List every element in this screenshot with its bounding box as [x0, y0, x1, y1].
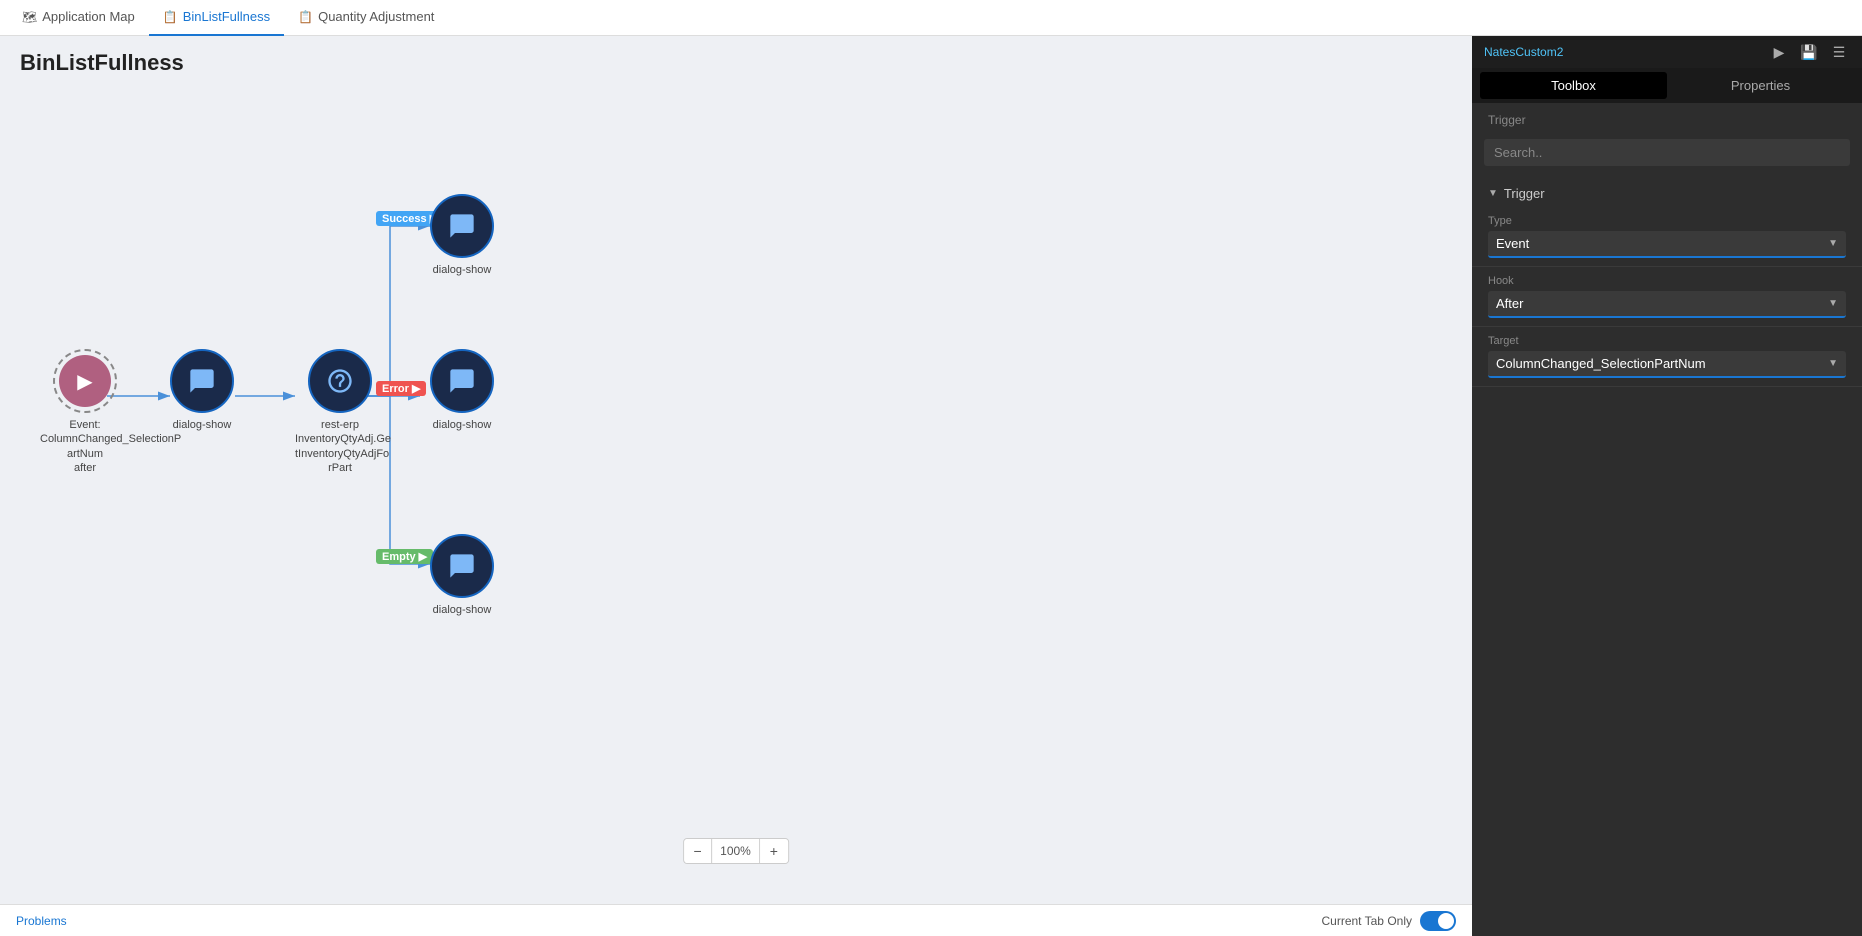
right-panel: NatesCustom2 ▶ 💾 ☰ Toolbox Properties Tr…	[1472, 36, 1862, 936]
target-chevron-icon: ▼	[1828, 358, 1838, 369]
property-type-row: Type Event ▼	[1472, 207, 1862, 267]
panel-scroll[interactable]: Trigger ▼ Trigger Type Event ▼	[1472, 103, 1862, 936]
type-select[interactable]: Event ▼	[1488, 231, 1846, 258]
tab-binlistfullness[interactable]: 📋 BinListFullness	[149, 0, 284, 36]
tab-quantity-adjustment[interactable]: 📋 Quantity Adjustment	[284, 0, 448, 36]
hook-chevron-icon: ▼	[1828, 298, 1838, 309]
panel-tabs: Toolbox Properties	[1472, 68, 1862, 103]
play-button[interactable]: ▶	[1768, 41, 1790, 63]
current-tab-toggle[interactable]	[1420, 911, 1456, 931]
event-node[interactable]: ▶ Event:ColumnChanged_SelectionPartNumaf…	[40, 349, 130, 475]
chevron-icon: ▼	[1488, 188, 1498, 199]
trigger-group-label: Trigger	[1504, 186, 1545, 201]
dialog1-label: dialog-show	[173, 418, 232, 432]
hook-label: Hook	[1488, 275, 1846, 287]
dialog-empty-label: dialog-show	[433, 603, 492, 617]
hook-value: After	[1496, 296, 1523, 311]
zoom-value: 100%	[712, 839, 760, 863]
panel-actions: ▶ 💾 ☰	[1768, 41, 1850, 63]
tab-properties[interactable]: Properties	[1667, 72, 1854, 99]
status-right: Current Tab Only	[1322, 911, 1457, 931]
map-icon: 🗺	[22, 10, 37, 24]
type-value: Event	[1496, 236, 1529, 251]
event-inner: ▶	[59, 355, 111, 407]
problems-link[interactable]: Problems	[16, 914, 67, 928]
dialog-error-circle	[430, 349, 494, 413]
zoom-out-button[interactable]: −	[684, 839, 712, 863]
tab-application-map[interactable]: 🗺 Application Map	[8, 0, 149, 36]
dialog-success-circle	[430, 194, 494, 258]
search-input[interactable]	[1484, 139, 1850, 166]
dialog1-node[interactable]: dialog-show	[170, 349, 234, 432]
dialog-empty-node[interactable]: dialog-show	[430, 534, 494, 617]
dialog-empty-circle	[430, 534, 494, 598]
rest-erp-circle	[308, 349, 372, 413]
type-label: Type	[1488, 215, 1846, 227]
trigger-group: ▼ Trigger Type Event ▼ Hook After	[1472, 180, 1862, 387]
rest-erp-node[interactable]: rest-erpInventoryQtyAdj.GetInventoryQtyA…	[295, 349, 385, 475]
property-target-row: Target ColumnChanged_SelectionPartNum ▼	[1472, 327, 1862, 387]
dialog-error-label: dialog-show	[433, 418, 492, 432]
error-badge-wrapper: Error ▶	[376, 379, 426, 397]
hook-select[interactable]: After ▼	[1488, 291, 1846, 318]
dialog-error-node[interactable]: dialog-show	[430, 349, 494, 432]
dialog-success-label: dialog-show	[433, 263, 492, 277]
menu-button[interactable]: ☰	[1828, 41, 1850, 63]
type-chevron-icon: ▼	[1828, 238, 1838, 249]
canvas-area: BinListFullness	[0, 36, 1472, 936]
zoom-in-button[interactable]: +	[760, 839, 788, 863]
workflow-icon-2: 📋	[298, 10, 313, 24]
current-tab-label: Current Tab Only	[1322, 914, 1413, 928]
tab-bar: 🗺 Application Map 📋 BinListFullness 📋 Qu…	[0, 0, 1862, 36]
tab-toolbox[interactable]: Toolbox	[1480, 72, 1667, 99]
trigger-group-header[interactable]: ▼ Trigger	[1472, 180, 1862, 207]
target-select[interactable]: ColumnChanged_SelectionPartNum ▼	[1488, 351, 1846, 378]
flow-canvas[interactable]: ▶ Event:ColumnChanged_SelectionPartNumaf…	[0, 84, 1472, 904]
panel-topbar: NatesCustom2 ▶ 💾 ☰	[1472, 36, 1862, 68]
zoom-controls: − 100% +	[683, 838, 789, 864]
workflow-icon: 📋	[163, 10, 178, 24]
dialog1-circle	[170, 349, 234, 413]
empty-badge-wrapper: Empty ▶	[376, 547, 433, 565]
property-hook-row: Hook After ▼	[1472, 267, 1862, 327]
event-circle: ▶	[53, 349, 117, 413]
page-title: BinListFullness	[0, 36, 1472, 84]
flow-connections	[0, 84, 1472, 904]
status-bar: Problems Current Tab Only	[0, 904, 1472, 936]
target-label: Target	[1488, 335, 1846, 347]
error-badge: Error ▶	[376, 381, 426, 396]
dialog-success-node[interactable]: dialog-show	[430, 194, 494, 277]
rest-erp-label: rest-erpInventoryQtyAdj.GetInventoryQtyA…	[295, 418, 385, 475]
event-node-label: Event:ColumnChanged_SelectionPartNumafte…	[40, 418, 130, 475]
target-value: ColumnChanged_SelectionPartNum	[1496, 356, 1706, 371]
empty-badge: Empty ▶	[376, 549, 433, 564]
save-button[interactable]: 💾	[1798, 41, 1820, 63]
trigger-section-label: Trigger	[1472, 103, 1862, 133]
panel-app-subtitle: NatesCustom2	[1484, 45, 1563, 59]
